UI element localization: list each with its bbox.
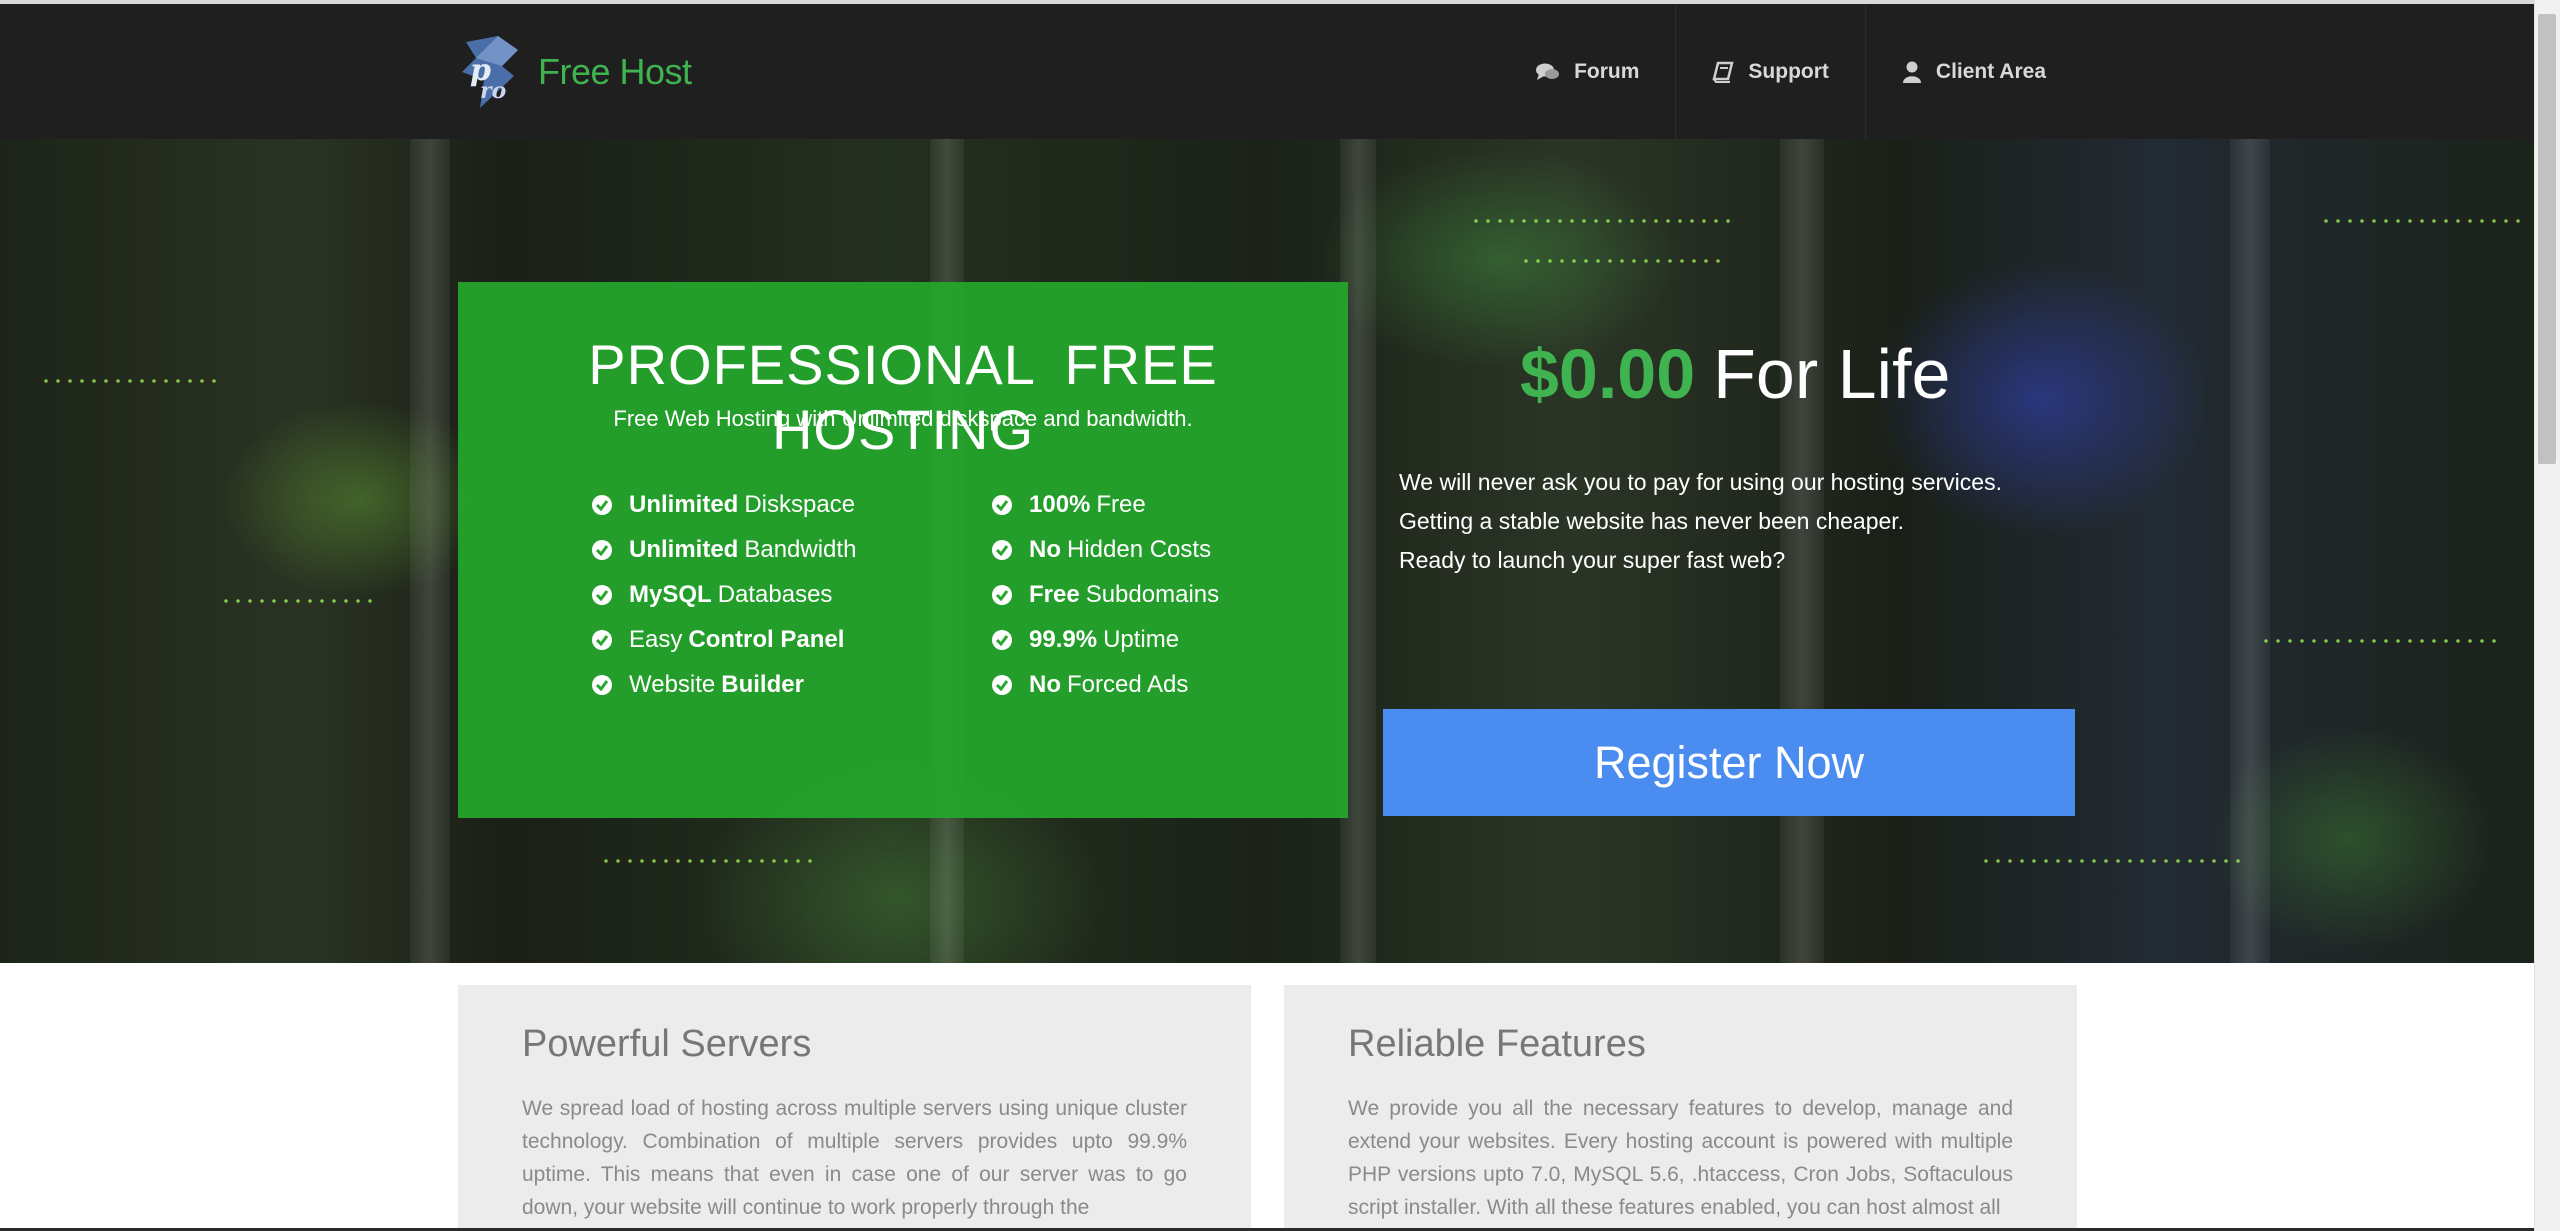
check-circle-icon (592, 494, 612, 515)
check-circle-icon (992, 629, 1012, 650)
comments-icon (1536, 63, 1560, 80)
card-title: Powerful Servers (522, 1023, 812, 1065)
page-scrollbar[interactable] (2534, 0, 2560, 1231)
hero-bg-leds (1520, 259, 1720, 263)
feature-item: MySQL Databases (591, 572, 856, 617)
svg-text:p: p (470, 53, 491, 88)
hero-title: PROFESSIONAL FREE HOSTING (588, 333, 1218, 461)
hero-subtitle: Free Web Hosting with Unlimited diskspac… (613, 406, 1193, 431)
hero-bg-leds (220, 599, 380, 603)
feature-item: 100% Free (991, 482, 1219, 527)
price-suffix: For Life (1713, 335, 1951, 413)
feature-item: Free Subdomains (991, 572, 1219, 617)
pitch-text: We will never ask you to pay for using o… (1399, 463, 2002, 580)
book-icon (1712, 61, 1735, 83)
feature-item: Unlimited Diskspace (591, 482, 856, 527)
nav-support[interactable]: Support (1675, 4, 1864, 139)
hero-bg-leds (2320, 219, 2520, 223)
pitch-line: Getting a stable website has never been … (1399, 508, 1905, 534)
hero-section: PROFESSIONAL FREE HOSTING Free Web Hosti… (0, 139, 2534, 963)
feature-bold: Unlimited (629, 490, 739, 518)
brand-name: Free Host (538, 51, 692, 92)
feature-item: No Hidden Costs (991, 527, 1219, 572)
feature-item: Website Builder (591, 662, 856, 707)
hero-bg-leds (2260, 639, 2500, 643)
feature-bold: No (1029, 670, 1061, 698)
feature-bold: Builder (721, 670, 804, 698)
hero-bg-leds (1980, 859, 2240, 863)
check-circle-icon (992, 674, 1012, 695)
pro-logo-icon: ro p (462, 36, 518, 108)
pitch-line: Ready to launch your super fast web? (1399, 547, 1786, 573)
main-nav: Forum Support Client Area (1500, 4, 2082, 139)
check-circle-icon (592, 539, 612, 560)
feature-bold: 99.9% (1029, 625, 1098, 653)
promo-box: PROFESSIONAL FREE HOSTING Free Web Hosti… (458, 282, 1348, 818)
nav-support-label: Support (1748, 59, 1829, 83)
check-circle-icon (992, 494, 1012, 515)
feature-item: Unlimited Bandwidth (591, 527, 856, 572)
check-circle-icon (592, 629, 612, 650)
feature-text: Databases (717, 580, 833, 608)
register-now-button[interactable]: Register Now (1383, 709, 2075, 816)
feature-bold: 100% (1029, 490, 1091, 518)
hero-bg-leds (40, 379, 220, 383)
check-circle-icon (592, 674, 612, 695)
feature-item: No Forced Ads (991, 662, 1219, 707)
card-text: We provide you all the necessary feature… (1348, 1097, 2013, 1219)
feature-item: 99.9% Uptime (991, 617, 1219, 662)
price-heading: $0.00 For Life (1520, 334, 1950, 414)
card-text: We spread load of hosting across multipl… (522, 1097, 1187, 1219)
feature-text: Free (1096, 490, 1146, 518)
feature-list-right: 100% Free No Hidden Costs Free Subdomains 9… (991, 482, 1219, 707)
feature-item: Easy Control Panel (591, 617, 856, 662)
feature-text: Subdomains (1085, 580, 1220, 608)
site-header: ro p Free Host Forum Support Client Area (0, 4, 2534, 139)
user-icon (1902, 61, 1921, 83)
feature-card-servers: Powerful Servers We spread load of hosti… (458, 985, 1251, 1231)
scrollbar-thumb[interactable] (2538, 14, 2556, 464)
feature-bold: MySQL (629, 580, 712, 608)
nav-client-area-label: Client Area (1935, 59, 2046, 83)
price-amount: $0.00 (1520, 335, 1696, 413)
hero-bg-leds (600, 859, 820, 863)
nav-forum[interactable]: Forum (1500, 4, 1675, 139)
hero-bg-rack (410, 139, 450, 963)
feature-bold: Unlimited (629, 535, 739, 563)
hero-bg-rack (2230, 139, 2270, 963)
feature-text: Website (629, 670, 716, 698)
feature-text: Forced Ads (1067, 670, 1189, 698)
feature-card-features: Reliable Features We provide you all the… (1284, 985, 2077, 1231)
feature-text: Diskspace (744, 490, 856, 518)
feature-text: Uptime (1103, 625, 1180, 653)
nav-forum-label: Forum (1574, 59, 1640, 83)
feature-text: Hidden Costs (1067, 535, 1212, 563)
pitch-line: We will never ask you to pay for using o… (1399, 469, 2002, 495)
feature-text: Easy (629, 625, 683, 653)
feature-bold: Free (1029, 580, 1080, 608)
nav-client-area[interactable]: Client Area (1864, 4, 2082, 139)
hero-bg-leds (1470, 219, 1730, 223)
feature-list-left: Unlimited Diskspace Unlimited Bandwidth My… (591, 482, 856, 707)
check-circle-icon (992, 584, 1012, 605)
feature-text: Bandwidth (744, 535, 857, 563)
check-circle-icon (592, 584, 612, 605)
site-logo[interactable]: ro p Free Host (458, 36, 692, 108)
card-title: Reliable Features (1348, 1023, 1646, 1065)
feature-bold: Control Panel (688, 625, 845, 653)
feature-bold: No (1029, 535, 1061, 563)
check-circle-icon (992, 539, 1012, 560)
